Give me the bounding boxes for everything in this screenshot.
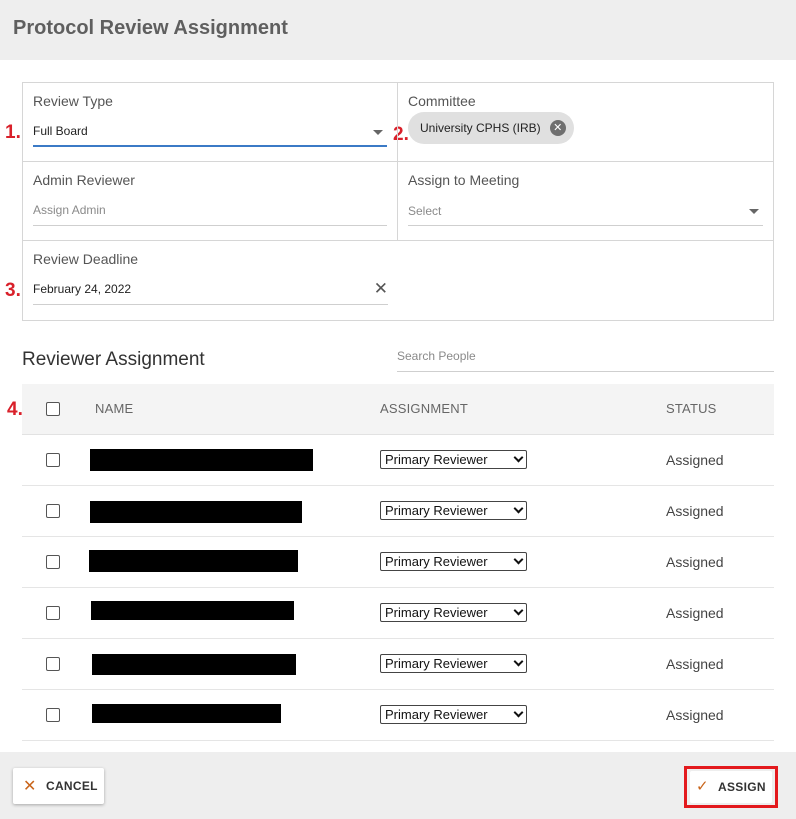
- assign-meeting-placeholder: Select: [408, 204, 442, 218]
- column-header-name: NAME: [95, 401, 134, 416]
- status-text: Assigned: [666, 656, 724, 672]
- assignment-select[interactable]: Primary Reviewer: [380, 705, 527, 724]
- committee-chip-label: University CPHS (IRB): [420, 121, 541, 135]
- column-header-status: STATUS: [666, 401, 717, 416]
- reviewer-table: NAME ASSIGNMENT STATUS Primary Reviewer …: [22, 384, 774, 741]
- chevron-down-icon: [513, 503, 524, 514]
- chevron-down-icon: [513, 605, 524, 616]
- dialog-header: Protocol Review Assignment: [0, 0, 796, 60]
- chevron-down-icon: [513, 452, 524, 463]
- redacted-name: [92, 704, 281, 723]
- redacted-name: [90, 501, 302, 523]
- assignment-value: Primary Reviewer: [385, 554, 488, 569]
- assignment-value: Primary Reviewer: [385, 707, 488, 722]
- review-deadline-label: Review Deadline: [33, 251, 139, 267]
- assignment-value: Primary Reviewer: [385, 656, 488, 671]
- table-row: Primary Reviewer Assigned: [22, 588, 774, 639]
- remove-chip-icon[interactable]: ✕: [549, 120, 566, 136]
- table-row: Primary Reviewer Assigned: [22, 639, 774, 690]
- review-deadline-value: February 24, 2022: [33, 282, 132, 296]
- assignment-value: Primary Reviewer: [385, 503, 488, 518]
- dialog-title: Protocol Review Assignment: [13, 17, 288, 39]
- dropdown-arrow-icon: [749, 209, 759, 214]
- row-checkbox[interactable]: [46, 453, 60, 467]
- assignment-select[interactable]: Primary Reviewer: [380, 603, 527, 622]
- table-header: NAME ASSIGNMENT STATUS: [22, 384, 774, 435]
- table-row: Primary Reviewer Assigned: [22, 435, 774, 486]
- clear-date-icon[interactable]: ✕: [374, 280, 388, 297]
- annotation-marker-3: 3.: [5, 280, 21, 301]
- status-text: Assigned: [666, 554, 724, 570]
- admin-reviewer-cell: Admin Reviewer Assign Admin: [23, 162, 398, 241]
- table-row: Primary Reviewer Assigned: [22, 537, 774, 588]
- committee-chip: University CPHS (IRB) ✕: [408, 112, 574, 144]
- admin-reviewer-label: Admin Reviewer: [33, 172, 135, 188]
- row-checkbox[interactable]: [46, 606, 60, 620]
- row-checkbox[interactable]: [46, 555, 60, 569]
- table-row: Primary Reviewer Assigned: [22, 690, 774, 741]
- assign-button[interactable]: ✓ ASSIGN: [690, 771, 772, 803]
- redacted-name: [91, 601, 294, 620]
- assignment-select[interactable]: Primary Reviewer: [380, 552, 527, 571]
- annotation-marker-1: 1.: [5, 122, 21, 143]
- status-text: Assigned: [666, 707, 724, 723]
- search-people-placeholder: Search People: [397, 349, 476, 363]
- assignment-select[interactable]: Primary Reviewer: [380, 654, 527, 673]
- chevron-down-icon: [513, 707, 524, 718]
- committee-label: Committee: [408, 93, 476, 109]
- review-type-label: Review Type: [33, 93, 113, 109]
- redacted-name: [90, 449, 313, 471]
- row-checkbox[interactable]: [46, 708, 60, 722]
- redacted-name: [92, 654, 296, 675]
- status-text: Assigned: [666, 452, 724, 468]
- assignment-select[interactable]: Primary Reviewer: [380, 450, 527, 469]
- status-text: Assigned: [666, 605, 724, 621]
- admin-reviewer-placeholder: Assign Admin: [33, 203, 106, 217]
- assignment-select[interactable]: Primary Reviewer: [380, 501, 527, 520]
- assign-button-label: ASSIGN: [718, 780, 766, 794]
- protocol-form: Review Type Full Board Committee Univers…: [22, 82, 774, 321]
- review-type-cell: Review Type Full Board: [23, 83, 398, 162]
- dropdown-arrow-icon: [373, 130, 383, 135]
- cancel-button-label: CANCEL: [46, 779, 98, 793]
- chevron-down-icon: [513, 554, 524, 565]
- assign-meeting-select[interactable]: Select: [408, 196, 763, 226]
- review-type-select[interactable]: Full Board: [33, 117, 387, 147]
- reviewer-assignment-title: Reviewer Assignment: [22, 349, 205, 370]
- assignment-value: Primary Reviewer: [385, 452, 488, 467]
- column-header-assignment: ASSIGNMENT: [380, 401, 468, 416]
- dialog-footer: ✕ CANCEL ✓ ASSIGN: [0, 752, 796, 819]
- assign-meeting-cell: Assign to Meeting Select: [398, 162, 773, 241]
- assignment-value: Primary Reviewer: [385, 605, 488, 620]
- review-deadline-input[interactable]: February 24, 2022 ✕: [33, 275, 388, 305]
- annotation-marker-4: 4.: [7, 399, 23, 420]
- assign-meeting-label: Assign to Meeting: [408, 172, 520, 188]
- review-deadline-cell: Review Deadline February 24, 2022 ✕: [23, 241, 398, 320]
- row-checkbox[interactable]: [46, 504, 60, 518]
- cancel-button[interactable]: ✕ CANCEL: [13, 768, 104, 804]
- status-text: Assigned: [666, 503, 724, 519]
- committee-cell: Committee University CPHS (IRB) ✕: [398, 83, 773, 162]
- review-type-value: Full Board: [33, 124, 88, 138]
- select-all-checkbox[interactable]: [46, 402, 60, 416]
- close-icon: ✕: [23, 778, 37, 795]
- table-row: Primary Reviewer Assigned: [22, 486, 774, 537]
- row-checkbox[interactable]: [46, 657, 60, 671]
- check-icon: ✓: [696, 778, 709, 795]
- search-people-input[interactable]: Search People: [397, 344, 774, 372]
- redacted-name: [89, 550, 298, 572]
- admin-reviewer-input[interactable]: Assign Admin: [33, 196, 387, 226]
- chevron-down-icon: [513, 656, 524, 667]
